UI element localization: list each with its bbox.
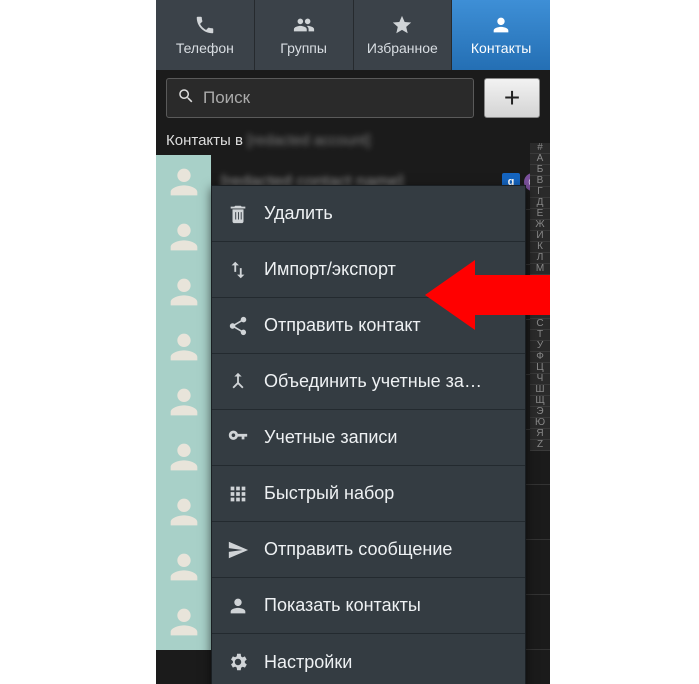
settings-icon — [227, 651, 249, 673]
menu-label: Настройки — [264, 652, 352, 673]
dialpad-icon — [227, 483, 249, 505]
share-icon — [227, 315, 249, 337]
people-icon — [227, 595, 249, 617]
avatar — [156, 595, 211, 650]
avatar — [156, 430, 211, 485]
plus-icon: + — [504, 82, 520, 114]
menu-label: Учетные записи — [264, 427, 397, 448]
menu-delete[interactable]: Удалить — [212, 186, 525, 242]
person-icon — [490, 14, 512, 36]
tab-label: Избранное — [367, 40, 438, 56]
menu-label: Показать контакты — [264, 595, 421, 616]
avatar — [156, 265, 211, 320]
section-prefix: Контакты в — [166, 132, 247, 149]
search-placeholder: Поиск — [203, 88, 250, 108]
section-header: Контакты в [redacted account] — [156, 126, 550, 155]
annotation-arrow — [420, 260, 560, 340]
menu-send-message[interactable]: Отправить сообщение — [212, 522, 525, 578]
menu-show-contacts[interactable]: Показать контакты — [212, 578, 525, 634]
avatar — [156, 210, 211, 265]
tab-phone[interactable]: Телефон — [156, 0, 255, 70]
phone-screen: Телефон Группы Избранное Контакты — [156, 0, 550, 684]
groups-icon — [293, 14, 315, 36]
contact-list: [redacted contact name] g ✆ Удалить Импо… — [156, 155, 550, 650]
avatar — [156, 485, 211, 540]
alpha-letter[interactable]: Z — [530, 440, 550, 451]
tab-favorites[interactable]: Избранное — [354, 0, 453, 70]
tab-contacts[interactable]: Контакты — [452, 0, 550, 70]
send-icon — [227, 539, 249, 561]
tab-label: Контакты — [471, 40, 531, 56]
tab-label: Телефон — [176, 40, 234, 56]
tab-label: Группы — [280, 40, 327, 56]
avatar — [156, 540, 211, 595]
menu-label: Объединить учетные за… — [264, 371, 482, 392]
account-name: [redacted account] — [247, 132, 370, 149]
tab-groups[interactable]: Группы — [255, 0, 354, 70]
merge-icon — [227, 371, 249, 393]
menu-speed-dial[interactable]: Быстрый набор — [212, 466, 525, 522]
menu-label: Удалить — [264, 203, 333, 224]
menu-label: Отправить сообщение — [264, 539, 452, 560]
menu-label: Отправить контакт — [264, 315, 421, 336]
star-icon — [391, 14, 413, 36]
avatar — [156, 155, 211, 210]
search-row: Поиск + — [156, 70, 550, 126]
top-tabs: Телефон Группы Избранное Контакты — [156, 0, 550, 70]
trash-icon — [227, 203, 249, 225]
import-export-icon — [227, 259, 249, 281]
menu-label: Импорт/экспорт — [264, 259, 396, 280]
phone-icon — [194, 14, 216, 36]
avatar — [156, 320, 211, 375]
menu-label: Быстрый набор — [264, 483, 394, 504]
search-input[interactable]: Поиск — [166, 78, 474, 118]
menu-accounts[interactable]: Учетные записи — [212, 410, 525, 466]
key-icon — [227, 427, 249, 449]
avatar — [156, 375, 211, 430]
menu-settings[interactable]: Настройки — [212, 634, 525, 684]
search-icon — [177, 87, 195, 110]
add-contact-button[interactable]: + — [484, 78, 540, 118]
menu-merge-accounts[interactable]: Объединить учетные за… — [212, 354, 525, 410]
